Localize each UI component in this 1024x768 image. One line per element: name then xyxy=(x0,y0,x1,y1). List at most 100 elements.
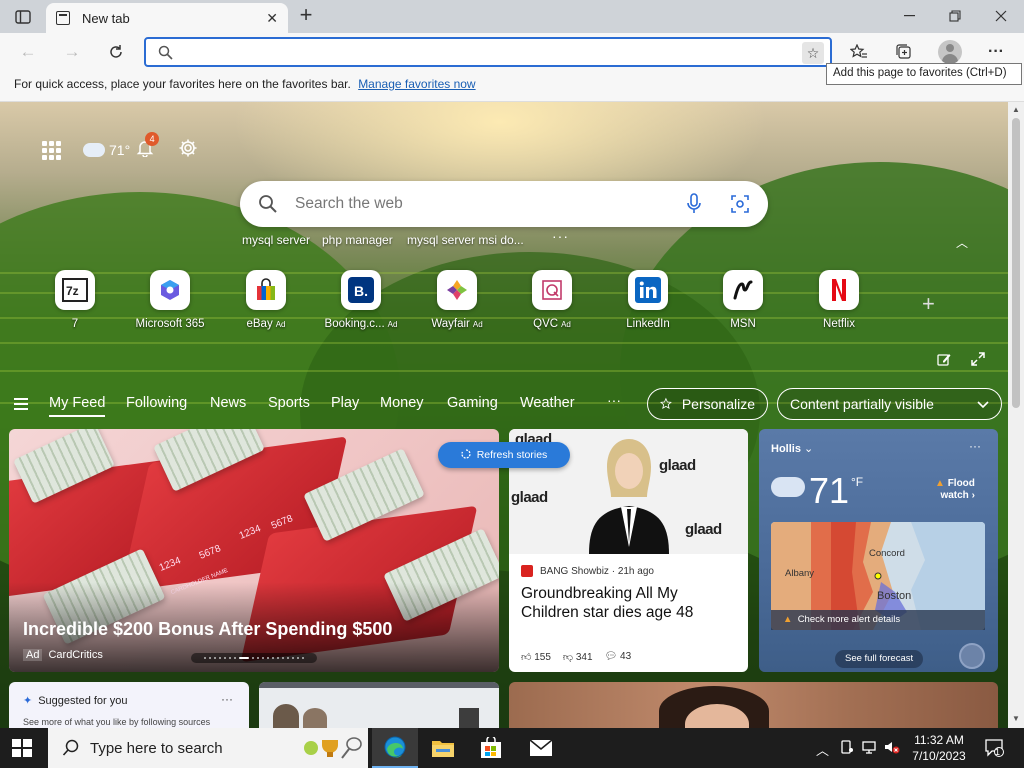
more-suggestions-icon[interactable]: ··· xyxy=(552,228,569,244)
suggested-more-icon[interactable]: ··· xyxy=(221,692,233,706)
flood-watch-alert[interactable]: ▲ Flood watch › xyxy=(935,478,975,502)
feed-tab-play[interactable]: Play xyxy=(331,395,359,411)
microsoft-store-icon[interactable] xyxy=(468,728,514,768)
feed-tab-money[interactable]: Money xyxy=(380,395,424,411)
content-visibility-dropdown[interactable]: Content partially visible xyxy=(777,388,1002,420)
back-button[interactable]: ← xyxy=(14,39,42,65)
tray-device-icon[interactable] xyxy=(840,740,854,757)
news-source: BANG Showbiz · 21h ago xyxy=(521,565,654,577)
featured-ad-card[interactable]: 1234 5678 1234 5678 CARDHOLDER NAME Incr… xyxy=(9,429,499,672)
close-tab-icon[interactable]: ✕ xyxy=(266,10,278,27)
tab-new-tab[interactable]: New tab ✕ xyxy=(46,3,288,33)
address-input[interactable] xyxy=(182,42,782,62)
page-settings-gear-icon[interactable] xyxy=(178,138,198,163)
tab-actions-icon[interactable] xyxy=(8,6,38,28)
manage-favorites-link[interactable]: Manage favorites now xyxy=(358,77,475,91)
restore-button[interactable] xyxy=(932,0,978,32)
weather-location[interactable]: Hollis ⌄ xyxy=(771,442,813,455)
volume-muted-icon[interactable] xyxy=(884,740,900,757)
quick-link-msn[interactable]: MSN xyxy=(698,270,788,330)
alert-details-link[interactable]: ▲ Check more alert details xyxy=(771,610,985,630)
forward-button[interactable]: → xyxy=(58,39,86,65)
settings-more-icon[interactable]: ··· xyxy=(983,40,1009,64)
map-label: Concord xyxy=(869,548,905,559)
like-button[interactable]: 👍︎ 155 xyxy=(521,651,551,663)
feed-tab-following[interactable]: Following xyxy=(126,395,187,411)
mail-icon[interactable] xyxy=(518,728,564,768)
scroll-down-icon[interactable]: ▼ xyxy=(1008,714,1024,723)
quick-link-label: eBay xyxy=(246,318,273,330)
expand-icon[interactable] xyxy=(971,352,985,369)
microphone-icon[interactable] xyxy=(686,193,702,220)
edge-taskbar-icon[interactable] xyxy=(372,728,418,768)
page-scrollbar[interactable]: ▲ ▼ xyxy=(1008,102,1024,728)
search-suggestion[interactable]: mysql server xyxy=(242,233,310,247)
collapse-chevron-icon[interactable]: ︿ xyxy=(956,234,968,251)
action-center-icon[interactable]: 1 xyxy=(984,737,1004,760)
profile-avatar[interactable] xyxy=(938,40,962,64)
ad-badge: Ad xyxy=(275,320,286,329)
search-suggestion[interactable]: php manager xyxy=(322,233,393,247)
new-tab-button[interactable]: + xyxy=(294,4,318,28)
comments-button[interactable]: 💬︎ 43 xyxy=(605,651,632,663)
news-card-photo[interactable] xyxy=(509,682,998,728)
windows-start-icon[interactable] xyxy=(12,739,32,757)
ad-badge: Ad xyxy=(561,320,571,329)
feed-tab-sports[interactable]: Sports xyxy=(268,395,310,411)
web-search-box[interactable]: Search the web xyxy=(240,181,768,227)
taskbar-search-box[interactable]: Type here to search xyxy=(48,728,368,768)
quick-link-qvc[interactable]: QVC Ad xyxy=(507,270,597,330)
taskbar-clock[interactable]: 11:32 AM 7/10/2023 xyxy=(904,732,974,764)
feed-tab-news[interactable]: News xyxy=(210,395,246,411)
weather-more-icon[interactable]: ··· xyxy=(969,439,981,453)
personalize-button[interactable]: Personalize xyxy=(647,388,768,420)
address-bar[interactable]: ☆ xyxy=(144,37,832,67)
visual-search-icon[interactable] xyxy=(730,194,750,219)
news-headline[interactable]: Groundbreaking All My Children star dies… xyxy=(521,584,736,622)
scrollbar-thumb[interactable] xyxy=(1012,118,1020,408)
suggested-card[interactable]: ✦ Suggested for you ··· See more of what … xyxy=(9,682,249,728)
feed-tab-weather[interactable]: Weather xyxy=(520,395,575,411)
edit-background-icon[interactable] xyxy=(937,352,951,369)
quick-link-netflix[interactable]: Netflix xyxy=(794,270,884,330)
scroll-up-icon[interactable]: ▲ xyxy=(1008,105,1024,114)
carousel-dots[interactable] xyxy=(191,653,317,663)
suggested-title: ✦ Suggested for you xyxy=(23,694,128,708)
refresh-button[interactable] xyxy=(102,39,130,65)
dislike-button[interactable]: 👎︎ 341 xyxy=(563,651,593,663)
quick-link-ebay[interactable]: eBay Ad xyxy=(221,270,311,330)
close-window-button[interactable] xyxy=(978,0,1024,32)
featured-headline[interactable]: Incredible $200 Bonus After Spending $50… xyxy=(23,619,392,640)
feed-more-icon[interactable]: ··· xyxy=(607,392,621,408)
refresh-stories-button[interactable]: Refresh stories xyxy=(438,442,570,468)
weather-mini[interactable]: 71° xyxy=(83,142,130,158)
weather-card[interactable]: Hollis ⌄ ··· 71 °F ▲ Flood watch › Concor… xyxy=(759,429,998,672)
news-card-thumbnail[interactable] xyxy=(259,682,499,728)
search-highlight-trophy-icon[interactable] xyxy=(302,736,368,764)
minimize-button[interactable] xyxy=(886,0,932,32)
quick-link-7[interactable]: 7z 7 xyxy=(30,270,120,330)
quick-link-label: Microsoft 365 xyxy=(135,318,205,330)
search-suggestion[interactable]: mysql server msi do... xyxy=(407,233,524,247)
network-icon[interactable] xyxy=(862,740,878,757)
quick-link-linkedin[interactable]: LinkedIn xyxy=(603,270,693,330)
add-site-plus-icon[interactable]: + xyxy=(922,291,935,317)
tray-overflow-chevron-icon[interactable]: ︿ xyxy=(816,740,829,759)
quick-link-label: Netflix xyxy=(823,318,855,330)
app-launcher-icon[interactable] xyxy=(42,140,61,160)
quick-link-microsoft-365[interactable]: Microsoft 365 xyxy=(125,270,215,330)
favorites-icon[interactable] xyxy=(846,40,872,64)
quick-link-wayfair[interactable]: Wayfair Ad xyxy=(412,270,502,330)
weather-feedback-avatar[interactable] xyxy=(959,643,985,669)
file-explorer-icon[interactable] xyxy=(420,728,466,768)
notifications-bell-icon[interactable]: 4 xyxy=(136,131,160,162)
feed-tab-gaming[interactable]: Gaming xyxy=(447,395,498,411)
quick-link-booking[interactable]: B. Booking.c... Ad xyxy=(316,270,406,330)
source-logo-icon xyxy=(521,565,533,577)
full-forecast-button[interactable]: See full forecast xyxy=(835,650,924,668)
feed-menu-hamburger-icon[interactable] xyxy=(14,398,28,413)
add-favorite-star-icon[interactable]: ☆ xyxy=(802,42,824,64)
backdrop-text: glaad xyxy=(511,489,548,506)
collections-icon[interactable] xyxy=(891,40,917,64)
feed-tab-my-feed[interactable]: My Feed xyxy=(49,395,106,417)
